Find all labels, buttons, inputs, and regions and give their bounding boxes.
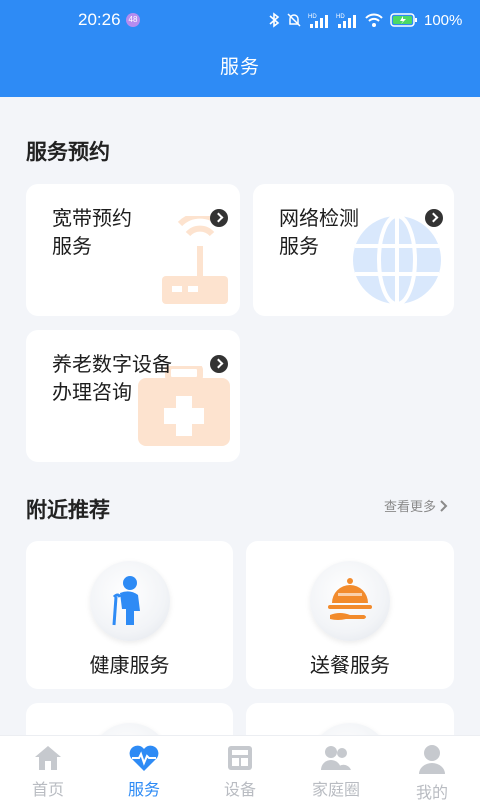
tab-home[interactable]: 首页 xyxy=(0,736,96,800)
section-title-booking: 服务预约 xyxy=(26,140,110,164)
heartbeat-icon xyxy=(129,745,159,771)
elderly-person-icon xyxy=(112,576,140,626)
device-icon xyxy=(228,746,252,770)
signal-hd-icon-2: HD xyxy=(336,14,356,28)
wifi-icon xyxy=(365,13,383,27)
person-icon xyxy=(419,745,445,774)
service-card-network-check[interactable]: 网络检测 服务 xyxy=(253,184,454,316)
chevron-right-icon xyxy=(440,499,448,512)
nearby-label: 送餐服务 xyxy=(310,653,390,677)
card-label: 养老数字设备 办理咨询 xyxy=(52,352,172,404)
tab-device[interactable]: 设备 xyxy=(192,736,288,800)
status-icons: HD HD 100% xyxy=(268,9,462,31)
tab-label: 家庭圈 xyxy=(311,780,360,799)
status-bar: 20:26 48 HD HD 100% xyxy=(0,0,480,40)
bottom-tab-bar: 首页 服务 设备 家庭圈 我的 xyxy=(0,735,480,800)
mute-bell-icon xyxy=(287,13,301,27)
icon-circle xyxy=(310,561,390,641)
view-more-label: 查看更多 xyxy=(383,500,436,515)
tab-label: 设备 xyxy=(223,780,256,799)
icon-circle xyxy=(90,561,170,641)
tab-family-circle[interactable]: 家庭圈 xyxy=(288,736,384,800)
notification-badge: 48 xyxy=(126,13,140,27)
router-icon xyxy=(162,216,228,304)
app-header: 20:26 48 HD HD 100% 服务 xyxy=(0,0,480,97)
nearby-card-health[interactable]: 健康服务 xyxy=(26,541,233,689)
battery-percent: 100% xyxy=(424,11,463,29)
chevron-right-icon xyxy=(210,355,228,373)
home-icon xyxy=(35,746,61,770)
service-card-broadband[interactable]: 宽带预约 服务 xyxy=(26,184,240,316)
tab-service[interactable]: 服务 xyxy=(96,736,192,800)
chevron-right-icon xyxy=(210,209,228,227)
card-label: 网络检测 服务 xyxy=(279,206,359,258)
view-more-link[interactable]: 查看更多 xyxy=(384,496,448,515)
nearby-label: 健康服务 xyxy=(89,653,170,677)
nearby-card-meal-delivery[interactable]: 送餐服务 xyxy=(246,541,454,689)
card-label: 宽带预约 服务 xyxy=(52,206,132,258)
tab-label: 我的 xyxy=(415,783,448,800)
bluetooth-icon xyxy=(269,12,280,28)
globe-icon xyxy=(353,214,441,306)
battery-charging-icon xyxy=(390,13,417,27)
tab-mine[interactable]: 我的 xyxy=(384,736,480,800)
family-icon xyxy=(321,746,351,770)
svg-text:HD: HD xyxy=(336,14,345,20)
page-title: 服务 xyxy=(219,56,260,78)
chevron-right-icon xyxy=(425,209,443,227)
tab-label: 服务 xyxy=(127,780,160,799)
signal-hd-icon: HD xyxy=(308,14,328,28)
svg-text:HD: HD xyxy=(308,14,317,20)
status-time: 20:26 xyxy=(78,10,121,29)
service-card-elderly-devices[interactable]: 养老数字设备 办理咨询 xyxy=(26,330,240,462)
section-title-nearby: 附近推荐 xyxy=(26,498,110,522)
food-cloche-icon xyxy=(328,578,372,620)
tab-label: 首页 xyxy=(31,780,64,799)
